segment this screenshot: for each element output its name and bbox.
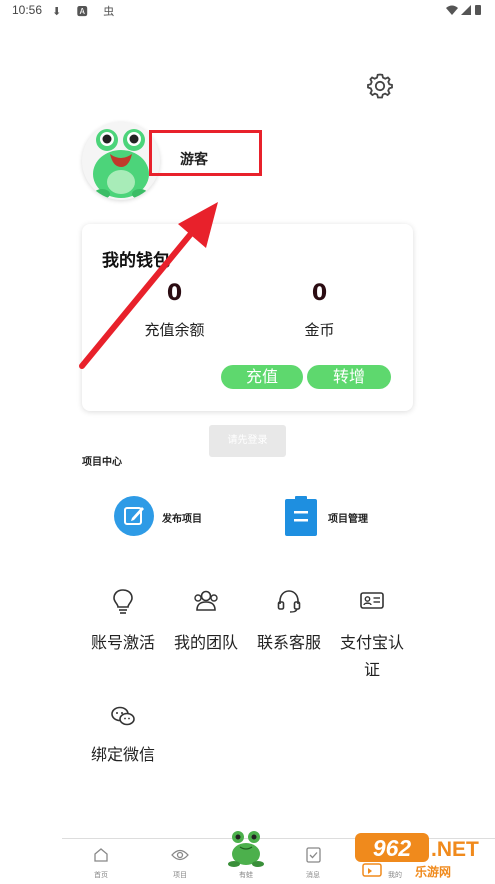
watermark-suffix: .NET: [431, 838, 479, 861]
status-notification-icons: ⬇ 🅰 虫: [52, 5, 121, 18]
signal-icon: [461, 5, 471, 15]
eye-icon: [171, 849, 189, 861]
status-bar: 10:56 ⬇ 🅰 虫: [0, 0, 495, 22]
id-card-icon: [360, 592, 384, 609]
nav-home[interactable]: 首页: [71, 839, 131, 881]
coins-value: 0: [311, 281, 328, 306]
project-manage-label: 项目管理: [328, 514, 368, 525]
watermark-sub: 乐游网: [415, 864, 451, 879]
wechat-icon: [111, 706, 135, 726]
publish-project-button[interactable]: 发布项目: [114, 496, 224, 538]
grid-item-label: 支付宝认: [339, 633, 404, 652]
frog-icon: [228, 831, 264, 867]
status-signal-icons: [445, 4, 485, 19]
nav-messages[interactable]: 消息: [283, 839, 343, 881]
team-icon: [194, 590, 218, 611]
grid-item-label: 联系客服: [256, 633, 321, 652]
site-watermark: 962 .NET 乐游网: [355, 831, 495, 880]
gear-icon: [367, 73, 393, 99]
nav-label: 有蛙: [239, 871, 253, 879]
nav-label: 消息: [306, 871, 320, 879]
grid-item-label: 绑定微信: [90, 745, 155, 764]
login-button[interactable]: 请先登录: [209, 425, 286, 457]
grid-item-label-line2: 证: [363, 660, 380, 679]
publish-project-label: 发布项目: [162, 514, 202, 525]
nav-frog[interactable]: 有蛙: [216, 827, 276, 881]
battery-icon: [475, 5, 481, 15]
headset-icon: [277, 590, 301, 613]
grid-item-bind-wechat[interactable]: 绑定微信: [88, 703, 158, 767]
watermark-logo-icon: 962 .NET 乐游网: [355, 833, 479, 879]
home-icon: [94, 848, 108, 862]
user-name[interactable]: 游客: [180, 149, 208, 169]
grid-item-label: 账号激活: [90, 633, 155, 652]
wifi-icon: [446, 5, 458, 15]
transfer-button[interactable]: 转增: [307, 365, 391, 389]
lightbulb-icon: [113, 589, 133, 614]
nav-label: 项目: [173, 871, 187, 879]
nav-projects[interactable]: 项目: [150, 839, 210, 881]
grid-item-my-team[interactable]: 我的团队: [171, 588, 241, 652]
settings-button[interactable]: [366, 72, 394, 100]
status-time: 10:56: [12, 3, 43, 17]
nav-label: 首页: [94, 871, 108, 879]
grid-item-customer-service[interactable]: 联系客服: [254, 588, 324, 652]
annotation-arrow-icon: [79, 202, 218, 369]
grid-item-account-activate[interactable]: 账号激活: [88, 588, 158, 652]
grid-item-alipay-verify[interactable]: 支付宝认 证: [337, 588, 407, 679]
clipboard-icon: [285, 496, 317, 536]
project-manage-button[interactable]: 项目管理: [284, 496, 384, 538]
checklist-icon: [306, 847, 321, 863]
project-center-title: 项目中心: [82, 457, 122, 468]
coins-label: 金币: [304, 321, 335, 339]
grid-item-label: 我的团队: [173, 633, 238, 652]
recharge-button[interactable]: 充值: [221, 365, 303, 389]
edit-icon: [114, 496, 154, 536]
watermark-number: 962: [373, 835, 412, 861]
